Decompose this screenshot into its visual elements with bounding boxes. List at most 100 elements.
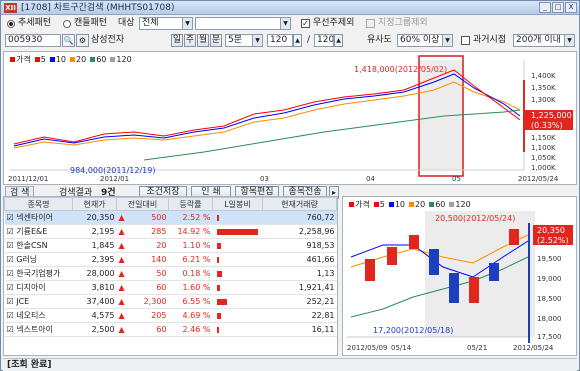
close-button[interactable]: X — [565, 2, 577, 13]
cell-bar — [212, 238, 263, 253]
current-price-label: 20,350 — [537, 226, 565, 235]
count-total-input[interactable]: 120 — [314, 34, 334, 47]
exclude-preferred-checkbox[interactable]: ✓ — [301, 19, 310, 28]
change-value: 50 — [156, 269, 167, 278]
table-row[interactable]: ☑ 기륭E&E 2,195 ▲ 285 14.92 % 2,258,96 — [4, 224, 337, 239]
cell-volume: 1,921,41 — [262, 280, 337, 295]
count-total-spinner[interactable]: ▲ — [334, 34, 343, 47]
cell-name: ☑ G러닝 — [4, 252, 73, 267]
stock-name: 한국기업평가 — [16, 269, 61, 278]
table-row[interactable]: ☑ 한솔CSN 1,845 ▲ 20 1.10 % 918,53 — [4, 238, 337, 253]
stock-name: 한솔CSN — [16, 241, 48, 250]
table-row[interactable]: ☑ JCE 37,400 ▲ 2,300 6.55 % 252,21 — [4, 294, 337, 309]
target-select-value: 전체 — [142, 18, 159, 28]
exclude-group-label: 지정그룹제외 — [378, 18, 428, 28]
cell-change: ▲ 60 — [116, 280, 169, 295]
candle-bar — [216, 242, 222, 249]
table-row[interactable]: ☑ G러닝 2,395 ▲ 140 6.21 % 461,66 — [4, 252, 337, 267]
col-header-price[interactable]: 현재가 — [72, 197, 117, 211]
x-tick: 2012/05/09 — [347, 344, 387, 352]
cell-bar — [212, 322, 263, 337]
table-header-row: 종목명 현재가 전일대비 등락률 L일봉비 현재거래량 — [4, 197, 337, 211]
col-header-rate[interactable]: 등락률 — [168, 197, 213, 211]
minute-select[interactable]: 5분 ▼ — [225, 34, 263, 47]
similarity-select[interactable]: 60% 이상 ▼ — [397, 34, 453, 47]
candle-pattern-radio[interactable] — [63, 20, 71, 28]
cell-volume: 16,11 — [262, 322, 337, 337]
minimize-button[interactable]: _ — [539, 2, 551, 13]
up-arrow-icon: ▲ — [118, 311, 125, 320]
change-value: 285 — [151, 227, 167, 236]
past-point-checkbox[interactable] — [461, 36, 470, 45]
settings-icon[interactable]: ⚙ — [76, 34, 89, 47]
search-icon[interactable]: 🔍 — [62, 34, 75, 47]
table-row[interactable]: ☑ 넥스트아이 2,500 ▲ 60 2.46 % 16,11 — [4, 322, 337, 337]
col-header-bar[interactable]: L일봉비 — [212, 197, 263, 211]
status-bar: [조회 완료] — [3, 358, 577, 371]
table-row[interactable]: ☑ 네오티스 4,575 ▲ 205 4.69 % 22,81 — [4, 308, 337, 323]
cell-volume: 22,81 — [262, 308, 337, 323]
x-tick: 05/14 — [391, 344, 412, 352]
past-range-select[interactable]: 200개 이내 ▼ — [513, 34, 575, 47]
col-header-change[interactable]: 전일대비 — [116, 197, 169, 211]
main-window: XII [1708] 차트구간검색 (MHHTS01708) _ □ X 추세패… — [0, 0, 580, 371]
high-annotation: 20,500(2012/05/24) — [435, 214, 515, 223]
candle-bar — [216, 228, 258, 235]
trend-pattern-radio[interactable] — [7, 20, 15, 28]
cell-change: ▲ 60 — [116, 322, 169, 337]
cell-volume: 918,53 — [262, 238, 337, 253]
period-month-button[interactable]: 월 — [197, 34, 209, 47]
row-checkbox[interactable]: ☑ — [7, 213, 17, 222]
cell-bar — [212, 210, 263, 225]
cell-price: 4,575 — [72, 308, 117, 323]
change-value: 2,300 — [143, 297, 167, 306]
cell-rate: 6.55 % — [168, 294, 213, 309]
row-checkbox[interactable]: ☑ — [7, 269, 17, 278]
candle-bar — [216, 312, 222, 319]
target-sub-select[interactable]: ▼ — [195, 17, 291, 30]
cell-rate: 1.10 % — [168, 238, 213, 253]
row-checkbox[interactable]: ☑ — [7, 241, 17, 250]
chevron-down-icon: ▼ — [280, 18, 290, 29]
row-checkbox[interactable]: ☑ — [7, 311, 17, 320]
up-arrow-icon: ▲ — [118, 269, 125, 278]
change-value: 60 — [156, 325, 167, 334]
stock-code-input[interactable]: 005930 — [5, 34, 61, 47]
candle — [489, 263, 499, 281]
stock-name: 넥스트아이 — [16, 325, 54, 334]
table-row[interactable]: ☑ 디지아이 3,810 ▲ 60 1.60 % 1,921,41 — [4, 280, 337, 295]
table-row[interactable]: ☑ 한국기업평가 28,000 ▲ 50 0.18 % 1,13 — [4, 266, 337, 281]
row-checkbox[interactable]: ☑ — [7, 325, 17, 334]
filter-row: 추세패턴 캔들패턴 대상 전체 ▼ ▼ ✓ 우선주제외 지정그룹제외 — [1, 17, 579, 32]
cell-volume: 461,66 — [262, 252, 337, 267]
cell-change: ▲ 20 — [116, 238, 169, 253]
maximize-button[interactable]: □ — [552, 2, 564, 13]
trend-pattern-label: 추세패턴 — [18, 18, 52, 28]
col-header-name[interactable]: 종목명 — [4, 197, 73, 211]
table-row[interactable]: ☑ 넥센타이어 20,350 ▲ 500 2.52 % 760,72 — [4, 210, 337, 225]
cell-rate: 0.18 % — [168, 266, 213, 281]
price-chart-detail[interactable]: 가격 5 10 20 60 120 20,500(2012/05/24) 17,… — [342, 196, 577, 356]
y-tick: 19,500 — [537, 255, 562, 263]
col-header-volume[interactable]: 현재거래량 — [262, 197, 337, 211]
period-minute-button[interactable]: 분 — [210, 34, 222, 47]
price-chart-main[interactable]: 가격 5 10 20 60 120 1,418,000(2012/05/02) … — [3, 51, 577, 185]
target-select[interactable]: 전체 ▼ — [139, 17, 193, 30]
cell-volume: 760,72 — [262, 210, 337, 225]
exclude-group-checkbox[interactable] — [366, 19, 375, 28]
row-checkbox[interactable]: ☑ — [7, 283, 17, 292]
results-table: 종목명 현재가 전일대비 등락률 L일봉비 현재거래량 ☑ 넥센타이어 20,35… — [4, 197, 337, 337]
cell-bar — [212, 280, 263, 295]
cell-change: ▲ 500 — [116, 210, 169, 225]
count-input[interactable]: 120 — [267, 34, 293, 47]
row-checkbox[interactable]: ☑ — [7, 297, 17, 306]
period-week-button[interactable]: 주 — [184, 34, 196, 47]
count-spinner[interactable]: ▲ — [293, 34, 302, 47]
stock-name: 넥센타이어 — [16, 213, 54, 222]
period-day-button[interactable]: 일 — [171, 34, 183, 47]
row-checkbox[interactable]: ☑ — [7, 227, 17, 236]
cell-change: ▲ 205 — [116, 308, 169, 323]
row-checkbox[interactable]: ☑ — [7, 255, 17, 264]
stock-name: 네오티스 — [16, 311, 46, 320]
candle — [429, 249, 439, 275]
